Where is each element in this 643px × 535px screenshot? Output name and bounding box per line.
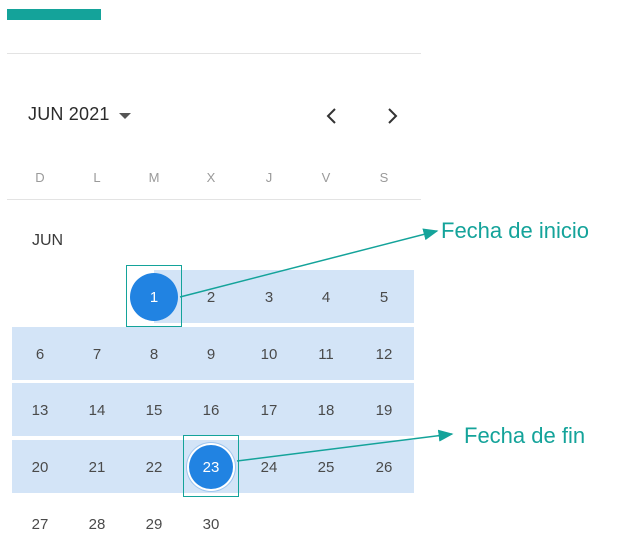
weekday-label: L bbox=[93, 170, 101, 185]
day-cell[interactable]: 26 bbox=[364, 447, 404, 487]
start-date-annotation: Fecha de inicio bbox=[441, 218, 589, 243]
weekday-label: D bbox=[35, 170, 45, 185]
day-cell[interactable]: 9 bbox=[191, 334, 231, 374]
day-cell[interactable]: 10 bbox=[249, 334, 289, 374]
day-cell[interactable]: 7 bbox=[77, 334, 117, 374]
weekday-label: J bbox=[265, 170, 273, 185]
day-cell[interactable]: 27 bbox=[20, 504, 60, 535]
day-cell[interactable]: 11 bbox=[306, 334, 346, 374]
next-month-button[interactable] bbox=[380, 103, 404, 129]
month-year-dropdown[interactable]: JUN 2021 bbox=[28, 104, 131, 125]
accent-bar bbox=[7, 9, 101, 20]
day-cell[interactable]: 8 bbox=[134, 334, 174, 374]
day-cell[interactable]: 16 bbox=[191, 390, 231, 430]
month-year-label: JUN 2021 bbox=[28, 104, 110, 124]
divider bbox=[7, 199, 421, 200]
day-cell[interactable]: 18 bbox=[306, 390, 346, 430]
day-cell[interactable]: 2 bbox=[191, 277, 231, 317]
day-cell[interactable]: 20 bbox=[20, 447, 60, 487]
day-cell[interactable]: 25 bbox=[306, 447, 346, 487]
day-cell[interactable]: 6 bbox=[20, 334, 60, 374]
chevron-left-icon bbox=[326, 108, 336, 124]
day-cell[interactable]: 29 bbox=[134, 504, 174, 535]
end-date-annotation: Fecha de fin bbox=[464, 423, 586, 448]
day-cell[interactable]: 5 bbox=[364, 277, 404, 317]
day-cell[interactable]: 28 bbox=[77, 504, 117, 535]
day-cell[interactable]: 15 bbox=[134, 390, 174, 430]
weekday-label: M bbox=[148, 170, 160, 185]
weekday-label: X bbox=[206, 170, 216, 185]
day-cell[interactable]: 14 bbox=[77, 390, 117, 430]
start-date-highlight bbox=[126, 265, 182, 327]
month-heading: JUN bbox=[32, 232, 64, 249]
day-cell[interactable]: 19 bbox=[364, 390, 404, 430]
day-cell[interactable]: 4 bbox=[306, 277, 346, 317]
day-cell[interactable]: 3 bbox=[249, 277, 289, 317]
day-cell[interactable]: 17 bbox=[249, 390, 289, 430]
divider bbox=[7, 53, 421, 54]
weekday-label: V bbox=[321, 170, 331, 185]
day-cell[interactable]: 30 bbox=[191, 504, 231, 535]
day-cell[interactable]: 21 bbox=[77, 447, 117, 487]
end-date-highlight bbox=[183, 435, 239, 497]
day-cell[interactable]: 22 bbox=[134, 447, 174, 487]
weekday-label: S bbox=[379, 170, 389, 185]
day-cell[interactable]: 24 bbox=[249, 447, 289, 487]
caret-down-icon bbox=[118, 112, 131, 119]
previous-month-button[interactable] bbox=[320, 103, 344, 129]
day-cell[interactable]: 12 bbox=[364, 334, 404, 374]
day-cell[interactable]: 13 bbox=[20, 390, 60, 430]
chevron-right-icon bbox=[388, 108, 398, 124]
